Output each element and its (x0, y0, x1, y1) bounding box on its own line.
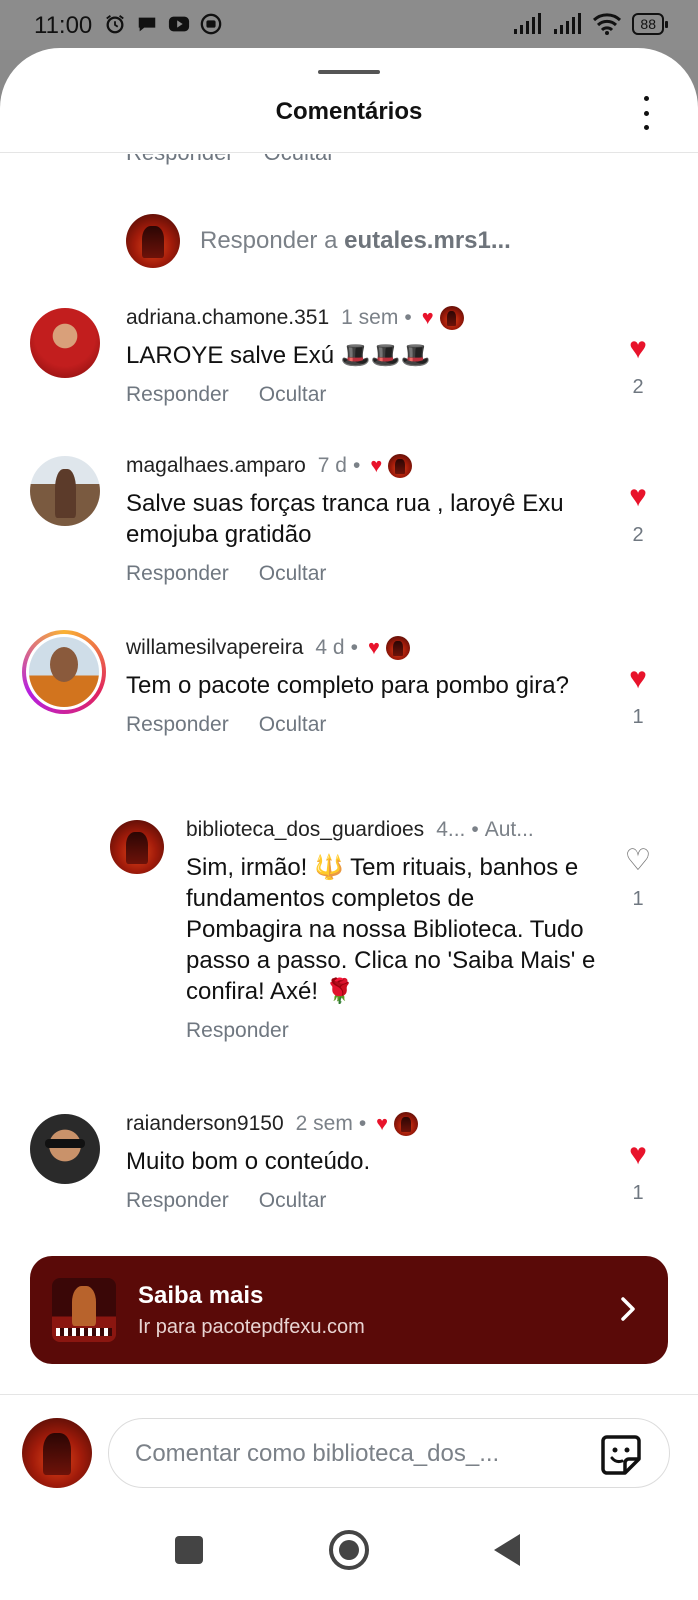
story-ring[interactable] (22, 630, 106, 714)
comment-time: 2 sem (295, 1112, 353, 1135)
comment-text: Sim, irmão! 🔱 Tem rituais, banhos e fund… (186, 854, 596, 1005)
reply-prompt-prefix: Responder a (200, 227, 345, 254)
home-button[interactable] (329, 1530, 369, 1570)
reply-button[interactable]: Responder (126, 1189, 229, 1212)
comment-text: Salve suas forças tranca rua , laroyê Ex… (126, 490, 564, 548)
system-navigation-bar (0, 1512, 698, 1600)
status-bar: 11:00 88 (0, 0, 698, 50)
composer-avatar (22, 1418, 92, 1488)
hide-button[interactable]: Ocultar (259, 713, 327, 736)
comment-text: LAROYE salve Exú 🎩🎩🎩 (126, 342, 431, 369)
author-badge: Aut... (484, 818, 534, 841)
creator-avatar (388, 454, 413, 478)
comment-username[interactable]: adriana.chamone.351 (126, 306, 329, 330)
like-count: 1 (632, 888, 644, 910)
back-button[interactable] (494, 1534, 520, 1566)
avatar[interactable] (30, 456, 100, 526)
youtube-icon (168, 16, 190, 32)
previous-comment-actions: Responder Ocultar (126, 154, 365, 170)
banner-link: Ir para pacotepdfexu.com (138, 1316, 365, 1338)
comment-username[interactable]: biblioteca_dos_guardioes (186, 818, 424, 842)
hide-button[interactable]: Ocultar (259, 383, 327, 406)
saiba-mais-banner[interactable]: Saiba mais Ir para pacotepdfexu.com (30, 1256, 668, 1364)
avatar[interactable] (110, 820, 164, 874)
drag-handle[interactable] (318, 70, 380, 74)
comment-time: 4... (436, 818, 466, 841)
signal-icon-2 (554, 13, 582, 34)
reply-prompt[interactable]: Responder a eutales.mrs1... (126, 214, 511, 268)
avatar (126, 214, 180, 268)
creator-liked-heart-icon: ♥ (376, 1112, 389, 1135)
separator-dot: • (352, 454, 361, 477)
avatar[interactable] (30, 1114, 100, 1184)
like-heart-icon[interactable]: ♥ (618, 1140, 658, 1170)
comment-text: Muito bom o conteúdo. (126, 1148, 371, 1175)
separator-dot: • (350, 636, 358, 659)
creator-liked-heart-icon: ♥ (421, 306, 434, 329)
like-heart-icon[interactable]: ♥ (618, 664, 658, 694)
media-icon (200, 13, 222, 35)
creator-liked-heart-icon: ♥ (367, 636, 380, 659)
signal-icon (514, 13, 542, 34)
creator-avatar (394, 1112, 419, 1136)
like-count: 1 (632, 1182, 644, 1204)
like-count: 2 (632, 376, 644, 398)
like-heart-icon[interactable]: ♥ (618, 482, 658, 512)
hide-button[interactable]: Ocultar (259, 562, 327, 585)
wifi-icon (593, 13, 622, 35)
reply-button[interactable]: Responder (126, 383, 229, 406)
comment-time: 7 d (317, 454, 347, 477)
like-count: 2 (632, 524, 644, 546)
banner-thumbnail (52, 1278, 116, 1342)
alarm-icon (106, 15, 124, 34)
composer-divider (0, 1394, 698, 1395)
status-time: 11:00 (34, 12, 93, 39)
reply-prompt-text: Responder a eutales.mrs1... (200, 227, 511, 255)
comment-composer[interactable] (108, 1418, 670, 1488)
reply-button[interactable]: Responder (126, 713, 229, 736)
sticker-icon[interactable] (599, 1433, 643, 1477)
separator-dot: • (471, 818, 479, 841)
like-heart-outline-icon[interactable]: ♡ (618, 846, 658, 876)
banner-title: Saiba mais (138, 1282, 264, 1309)
comment-username[interactable]: raianderson9150 (126, 1112, 284, 1136)
like-heart-icon[interactable]: ♥ (618, 334, 658, 364)
header-divider (0, 152, 698, 153)
comment-input[interactable] (135, 1437, 565, 1471)
like-count: 1 (632, 706, 644, 728)
system-icons: 88 (512, 12, 668, 36)
creator-liked-heart-icon: ♥ (370, 454, 383, 477)
comments-sheet: Comentários Responder Ocultar Responder a… (0, 48, 698, 1600)
chat-icon (138, 17, 156, 32)
comment-username[interactable]: magalhaes.amparo (126, 454, 306, 478)
notification-icons (104, 13, 222, 35)
creator-avatar (385, 636, 410, 660)
reply-button[interactable]: Responder (126, 562, 229, 585)
hide-button[interactable]: Ocultar (259, 1189, 327, 1212)
avatar[interactable] (30, 308, 100, 378)
comment-username[interactable]: willamesilvapereira (126, 636, 303, 660)
chevron-right-icon (621, 1297, 635, 1321)
comment-time: 1 sem (341, 306, 399, 329)
battery-icon: 88 (632, 13, 668, 35)
creator-avatar (439, 306, 464, 330)
more-options-icon[interactable] (638, 96, 654, 130)
separator-dot: • (358, 1112, 367, 1135)
reply-prompt-username: eutales.mrs1... (344, 227, 511, 254)
avatar[interactable] (29, 637, 99, 707)
reply-button[interactable]: Responder (186, 1019, 289, 1042)
comment-text: Tem o pacote completo para pombo gira? (126, 672, 569, 699)
page-title: Comentários (275, 98, 423, 125)
recents-button[interactable] (175, 1536, 203, 1564)
comment-time: 4 d (315, 636, 345, 659)
separator-dot: • (404, 306, 412, 329)
